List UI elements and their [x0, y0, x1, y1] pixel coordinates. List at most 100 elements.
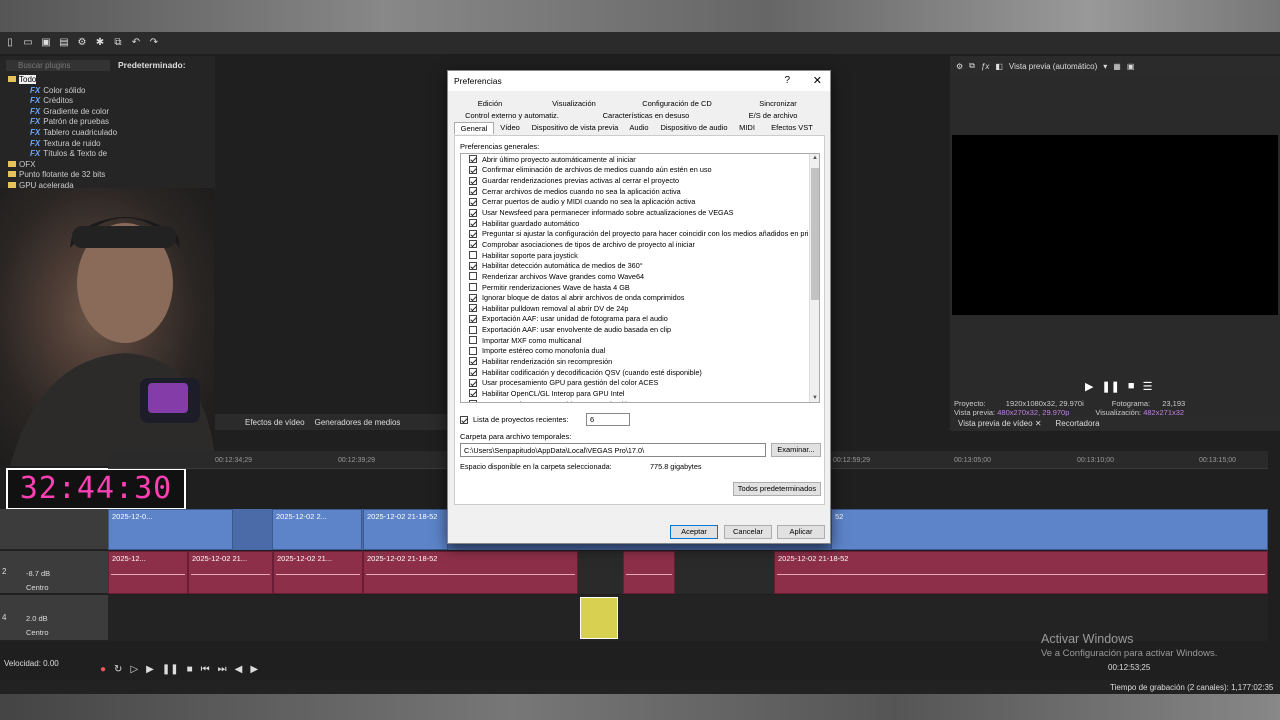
save-icon[interactable]: ▣ [40, 37, 52, 49]
preferences-list[interactable]: Abrir último proyecto automáticamente al… [460, 153, 820, 403]
tab-video-preview[interactable]: Vista previa de vídeo ✕ [958, 419, 1042, 428]
option-checkbox[interactable] [469, 283, 477, 291]
preference-option[interactable]: Preguntar si ajustar la configuración de… [461, 228, 819, 239]
preference-option[interactable]: Habilitar pulldown removal al abrir DV d… [461, 303, 819, 314]
option-checkbox[interactable] [469, 197, 477, 206]
tree-item-ofx[interactable]: OFX [8, 160, 117, 171]
option-checkbox[interactable] [469, 155, 477, 164]
option-checkbox[interactable] [469, 208, 477, 217]
scrollbar[interactable]: ▲ ▼ [809, 154, 819, 402]
preference-option[interactable]: Abrir último proyecto automáticamente al… [461, 154, 819, 165]
audio-track-header-4[interactable]: 4 2.0 dB Centro [0, 595, 108, 641]
audio-clip[interactable]: 2025-12... [108, 551, 188, 594]
tab-trimmer[interactable]: Recortadora [1056, 419, 1100, 428]
defaults-button[interactable]: Todos predeterminados [733, 482, 821, 496]
tab-cd[interactable]: Configuración de CD [622, 98, 732, 110]
preference-option[interactable]: Cerrar archivos de medios cuando no sea … [461, 186, 819, 197]
option-checkbox[interactable] [469, 325, 477, 334]
preference-option[interactable]: Exportación AAF: usar envolvente de audi… [461, 324, 819, 335]
next-frame-icon[interactable]: ▶ [250, 664, 258, 675]
preference-option[interactable]: Habilitar detección automática de medios… [461, 260, 819, 271]
option-checkbox[interactable] [469, 336, 477, 345]
preference-option[interactable]: Confirmar eliminación de archivos de med… [461, 165, 819, 176]
preference-option[interactable]: Usar Newsfeed para permanecer informado … [461, 207, 819, 218]
render-icon[interactable]: ▤ [58, 37, 70, 49]
preference-option[interactable]: Comprobar asociaciones de tipos de archi… [461, 239, 819, 250]
audio-track-header[interactable]: 2 -8.7 dB Centro [0, 551, 108, 594]
option-checkbox[interactable] [469, 400, 477, 402]
preference-option[interactable]: Usar procesamiento GPU para gestión del … [461, 377, 819, 388]
tab-edicion[interactable]: Edición [454, 98, 526, 110]
play-from-start-icon[interactable]: ▷ [130, 664, 138, 675]
tab-es-archivo[interactable]: E/S de archivo [722, 110, 824, 122]
plugin-search-input[interactable]: Buscar plugins [6, 60, 110, 71]
tab-control-externo[interactable]: Control externo y automatiz. [454, 110, 570, 122]
option-checkbox[interactable] [469, 304, 477, 313]
tab-desuso[interactable]: Características en desuso [570, 110, 722, 122]
grid-icon[interactable]: ▦ [1113, 62, 1121, 71]
tab-audio[interactable]: Audio [624, 122, 654, 134]
preference-option[interactable]: Preguntar si mantener archivos tras grab… [461, 399, 819, 402]
option-checkbox[interactable] [469, 219, 477, 228]
chevron-down-icon[interactable]: ▾ [1103, 62, 1107, 71]
video-clip[interactable]: 2025-12-02 2... [272, 509, 362, 550]
track-volume[interactable]: -8.7 dB [26, 569, 50, 578]
option-checkbox[interactable] [469, 314, 477, 323]
preference-option[interactable]: Importe estéreo como monofonía dual [461, 346, 819, 357]
gear-icon[interactable]: ⚙ [956, 62, 963, 71]
audio-clip[interactable]: 2025-12-02 21-18-52 [774, 551, 1268, 594]
temp-folder-input[interactable]: C:\Users\Senpapitudo\AppData\Local\VEGAS… [460, 443, 766, 457]
tab-general[interactable]: General [454, 122, 494, 134]
track-pan[interactable]: Centro [26, 583, 49, 592]
tree-item[interactable]: FX Créditos [8, 96, 117, 107]
scroll-down-icon[interactable]: ▼ [810, 395, 819, 401]
stop-icon[interactable]: ■ [187, 664, 193, 675]
option-checkbox[interactable] [469, 251, 477, 260]
tab-video-fx[interactable]: Efectos de vídeo [245, 418, 305, 427]
cancel-button[interactable]: Cancelar [724, 525, 772, 539]
option-checkbox[interactable] [469, 261, 477, 270]
preference-option[interactable]: Renderizar archivos Wave grandes como Wa… [461, 271, 819, 282]
copy-icon[interactable]: ⧉ [969, 61, 975, 71]
option-checkbox[interactable] [469, 346, 477, 355]
preference-option[interactable]: Exportación AAF: usar unidad de fotogram… [461, 314, 819, 325]
help-button[interactable]: ? [784, 71, 790, 91]
tree-item[interactable]: FX Gradiente de color [8, 107, 117, 118]
recent-projects-checkbox[interactable] [460, 415, 468, 424]
close-icon[interactable]: ✕ [1035, 419, 1042, 428]
option-checkbox[interactable] [469, 293, 477, 302]
tab-dispositivo-vista-previa[interactable]: Dispositivo de vista previa [526, 122, 624, 134]
play-icon[interactable]: ▶ [1085, 380, 1093, 393]
undo-icon[interactable]: ↶ [130, 37, 142, 49]
loop-icon[interactable]: ↻ [114, 664, 122, 675]
fx-icon[interactable]: ƒx [981, 62, 989, 71]
tree-item[interactable]: FX Tablero cuadriculado [8, 128, 117, 139]
option-checkbox[interactable] [469, 378, 477, 387]
browse-button[interactable]: Examinar... [771, 443, 821, 457]
save-icon[interactable]: ▣ [1127, 62, 1135, 71]
option-checkbox[interactable] [469, 176, 477, 185]
close-button[interactable]: ✕ [813, 71, 822, 91]
prev-frame-icon[interactable]: ◀ [235, 664, 243, 675]
redo-icon[interactable]: ↷ [148, 37, 160, 49]
settings-icon[interactable]: ⚙ [76, 37, 88, 49]
video-track-header[interactable] [0, 509, 108, 550]
tab-video[interactable]: Vídeo [494, 122, 526, 134]
audio-clip-small[interactable] [580, 597, 618, 639]
preference-option[interactable]: Importar MXF como multicanal [461, 335, 819, 346]
tab-midi[interactable]: MIDI [734, 122, 760, 134]
preview-quality-select[interactable]: Vista previa (automático) [1009, 62, 1097, 71]
preference-option[interactable]: Habilitar soporte para joystick [461, 250, 819, 261]
recent-projects-spinner[interactable]: 6 [586, 413, 630, 426]
go-end-icon[interactable]: ⏭ [218, 664, 227, 675]
audio-clip[interactable]: 2025-12-02 21... [188, 551, 273, 594]
tree-item[interactable]: FX Patrón de pruebas [8, 117, 117, 128]
preference-option[interactable]: Habilitar guardado automático [461, 218, 819, 229]
preference-option[interactable]: Permitir renderizaciones Wave de hasta 4… [461, 282, 819, 293]
option-checkbox[interactable] [469, 187, 477, 196]
open-icon[interactable]: ▭ [22, 37, 34, 49]
ok-button[interactable]: Aceptar [670, 525, 718, 539]
tree-item[interactable]: FX Textura de ruido [8, 139, 117, 150]
go-start-icon[interactable]: ⏮ [201, 664, 210, 675]
audio-clip[interactable] [623, 551, 675, 594]
